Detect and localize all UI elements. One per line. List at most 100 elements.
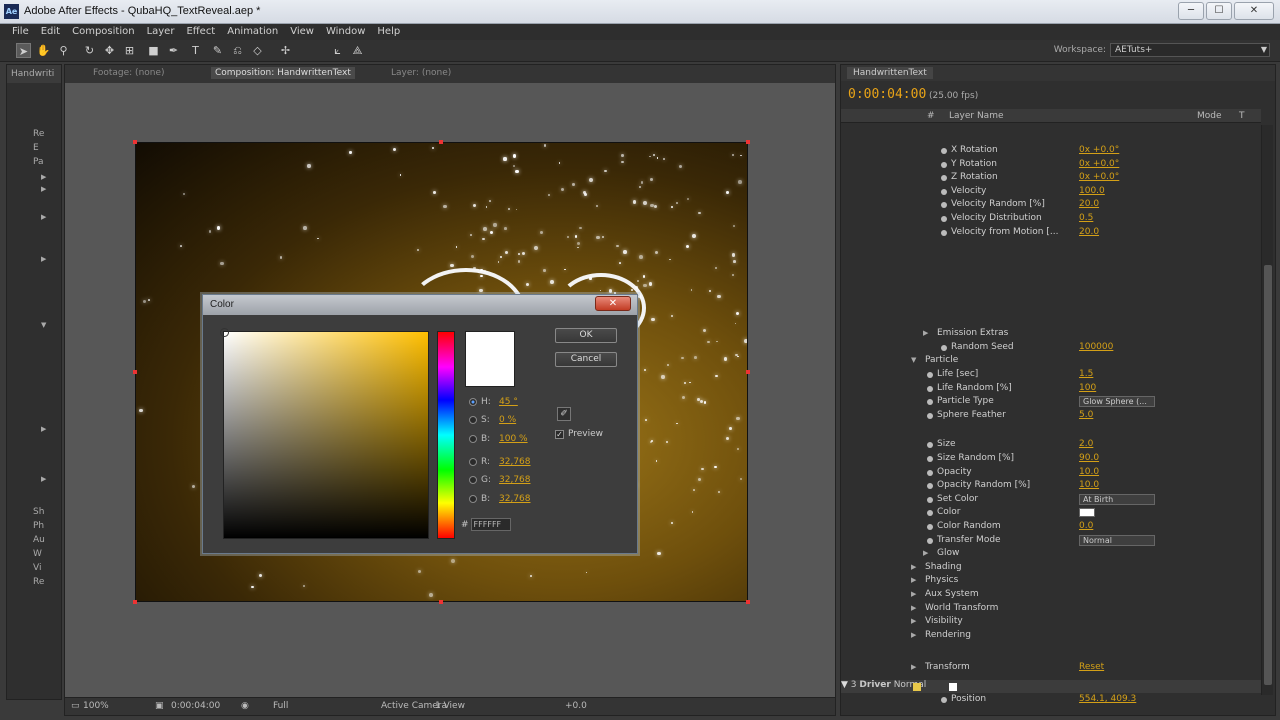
property-row[interactable]: ▶ Glow — [841, 548, 1261, 561]
property-value[interactable]: 2.0 — [1079, 439, 1093, 449]
puppet-tool-icon[interactable]: ✢ — [278, 43, 293, 58]
twisty-icon[interactable]: ▶ — [911, 663, 916, 671]
pan-behind-tool-icon[interactable]: ⊞ — [122, 43, 137, 58]
maximize-button[interactable]: ☐ — [1206, 2, 1232, 20]
twisty-icon[interactable]: ▼ — [41, 321, 46, 329]
project-item[interactable]: E — [33, 143, 39, 153]
property-row[interactable]: ▶ Emission Extras — [841, 328, 1261, 341]
dialog-close-button[interactable]: ✕ — [595, 296, 631, 311]
property-row[interactable]: Velocity Distribution 0.5 — [841, 213, 1261, 226]
stopwatch-icon[interactable] — [941, 344, 947, 351]
project-item[interactable]: Au — [33, 535, 45, 545]
clone-stamp-tool-icon[interactable]: ⎌ — [230, 43, 245, 58]
property-value[interactable]: 1.5 — [1079, 369, 1093, 379]
current-time-display[interactable]: 0:00:04:00 — [171, 701, 220, 711]
stopwatch-icon[interactable] — [927, 372, 933, 378]
layer-handle[interactable] — [133, 140, 137, 144]
property-row[interactable]: Sphere Feather 5.0 — [841, 410, 1261, 423]
property-row[interactable]: Life Random [%] 100 — [841, 383, 1261, 396]
twisty-icon[interactable]: ▶ — [41, 475, 46, 483]
minimize-button[interactable]: ─ — [1178, 2, 1204, 20]
zoom-tool-icon[interactable]: ⚲ — [56, 43, 71, 58]
current-time[interactable]: 0:00:04:00 — [848, 87, 926, 102]
saturation-radio[interactable] — [469, 416, 477, 424]
brightness-radio[interactable] — [469, 435, 477, 443]
twisty-icon[interactable]: ▶ — [911, 563, 916, 571]
menu-window[interactable]: Window — [320, 24, 371, 40]
stopwatch-icon[interactable] — [941, 697, 947, 703]
red-value[interactable]: 32,768 — [499, 457, 531, 467]
timeline-scrollbar[interactable] — [1261, 125, 1273, 695]
preview-checkbox[interactable]: ✓ — [555, 429, 564, 439]
view-layout-select[interactable]: 1 View — [435, 701, 465, 711]
position-value[interactable]: 554.1, 409.3 — [1079, 694, 1136, 704]
axis-mode-icon[interactable]: ⟀ — [330, 43, 345, 58]
menu-effect[interactable]: Effect — [180, 24, 221, 40]
pen-tool-icon[interactable]: ✒ — [166, 43, 181, 58]
green-radio[interactable] — [469, 476, 477, 484]
property-row[interactable]: ▶ World Transform — [841, 603, 1261, 616]
project-item[interactable]: Ph — [33, 521, 44, 531]
property-value[interactable]: 0x +0.0° — [1079, 159, 1119, 169]
eraser-tool-icon[interactable]: ◇ — [250, 43, 265, 58]
hue-value[interactable]: 45 ° — [499, 397, 518, 407]
project-item[interactable]: Vi — [33, 563, 41, 573]
property-value[interactable]: 0x +0.0° — [1079, 145, 1119, 155]
hex-input[interactable]: FFFFFF — [470, 518, 511, 531]
stopwatch-icon[interactable] — [941, 188, 947, 195]
label-color-icon[interactable] — [913, 683, 921, 691]
camera-tool-icon[interactable]: ✥ — [102, 43, 117, 58]
stopwatch-icon[interactable] — [941, 175, 947, 182]
layer-handle[interactable] — [439, 600, 443, 604]
property-value[interactable]: 10.0 — [1079, 480, 1099, 490]
saturation-brightness-field[interactable] — [220, 328, 429, 539]
cancel-button[interactable]: Cancel — [555, 352, 617, 367]
property-row[interactable]: ▶ Rendering — [841, 630, 1261, 643]
camera-snapshot-icon[interactable]: ◉ — [241, 701, 249, 711]
workspace-select[interactable]: AETuts+ ▼ — [1110, 43, 1270, 57]
hand-tool-icon[interactable]: ✋ — [36, 43, 51, 58]
grid-toggle-icon[interactable]: ▭ — [71, 701, 80, 711]
twisty-icon[interactable]: ▶ — [911, 617, 916, 625]
stopwatch-icon[interactable] — [927, 469, 933, 476]
dialog-title-bar[interactable]: Color ✕ — [203, 295, 637, 315]
zoom-select[interactable]: 100% — [83, 701, 109, 711]
twisty-icon[interactable]: ▶ — [41, 255, 46, 263]
property-row[interactable]: Life [sec] 1.5 — [841, 369, 1261, 382]
property-value[interactable]: 90.0 — [1079, 453, 1099, 463]
property-row[interactable]: ▼ Particle — [841, 355, 1261, 368]
blend-mode-select[interactable]: Normal — [894, 680, 927, 690]
property-value[interactable]: 100 — [1079, 383, 1096, 393]
column-mode[interactable]: Mode — [1197, 111, 1222, 121]
property-row[interactable]: Size 2.0 — [841, 439, 1261, 452]
property-value[interactable]: 20.0 — [1079, 227, 1099, 237]
property-value[interactable]: 100.0 — [1079, 186, 1105, 196]
property-row[interactable]: Size Random [%] 90.0 — [841, 453, 1261, 466]
property-row[interactable]: Velocity 100.0 — [841, 186, 1261, 199]
property-row[interactable]: ▶ Visibility — [841, 616, 1261, 629]
brush-tool-icon[interactable]: ✎ — [210, 43, 225, 58]
property-row[interactable]: Z Rotation 0x +0.0° — [841, 172, 1261, 185]
stopwatch-icon[interactable] — [927, 412, 933, 419]
stopwatch-icon[interactable] — [941, 148, 947, 154]
property-row[interactable]: Color Random 0.0 — [841, 521, 1261, 534]
exposure-value[interactable]: +0.0 — [565, 701, 587, 711]
layer-handle[interactable] — [439, 140, 443, 144]
twisty-icon[interactable]: ▶ — [923, 329, 928, 337]
layer-handle[interactable] — [746, 370, 750, 374]
color-swatch[interactable] — [1079, 508, 1095, 518]
color-marker[interactable] — [220, 328, 229, 337]
brightness-value[interactable]: 100 % — [499, 434, 528, 444]
property-row[interactable]: Particle Type Glow Sphere (... — [841, 396, 1261, 409]
stopwatch-icon[interactable] — [927, 496, 933, 503]
property-select[interactable]: Normal — [1079, 534, 1155, 546]
type-tool-icon[interactable]: T — [188, 43, 203, 58]
stopwatch-icon[interactable] — [941, 161, 947, 168]
tab-footage[interactable]: Footage: (none) — [93, 68, 165, 78]
layer-row-driver[interactable]: ▼ 3 Driver Normal — [841, 680, 1261, 693]
menu-view[interactable]: View — [284, 24, 320, 40]
layer-handle[interactable] — [746, 600, 750, 604]
menu-layer[interactable]: Layer — [141, 24, 181, 40]
project-item[interactable]: Pa — [33, 157, 44, 167]
tab-layer[interactable]: Layer: (none) — [391, 68, 451, 78]
